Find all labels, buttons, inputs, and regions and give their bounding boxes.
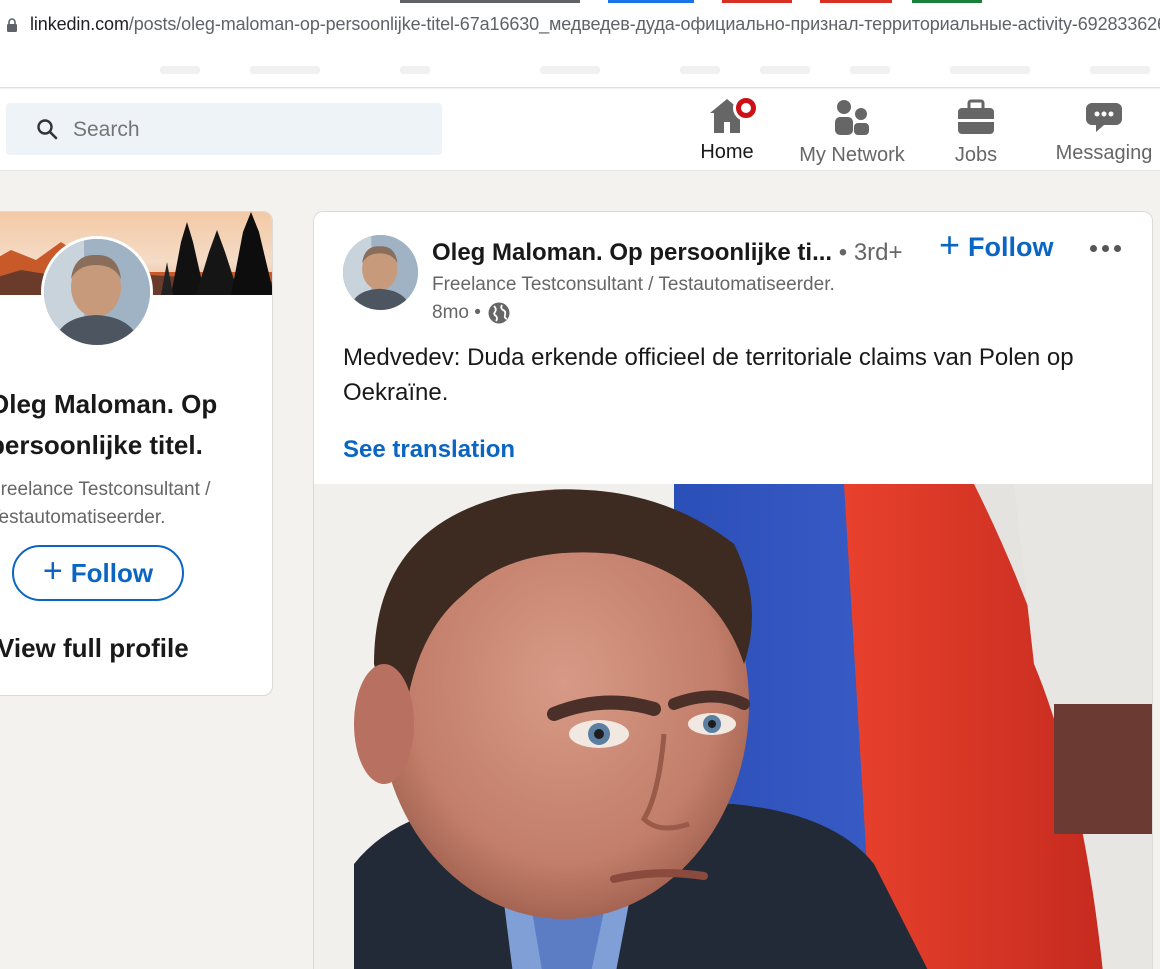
bookmarks-bar bbox=[0, 52, 1160, 88]
post-author-avatar[interactable] bbox=[343, 235, 418, 310]
profile-follow-button[interactable]: + Follow bbox=[12, 545, 184, 601]
author-photo bbox=[343, 235, 418, 310]
profile-headline: Freelance Testconsultant / Testautomatis… bbox=[0, 479, 211, 528]
nav-messaging[interactable]: Messaging bbox=[1048, 95, 1160, 165]
profile-name[interactable]: Oleg Maloman. Op persoonlijke titel. bbox=[0, 384, 269, 466]
post-image[interactable] bbox=[314, 484, 1153, 969]
view-full-profile-link[interactable]: View full profile bbox=[0, 633, 189, 664]
post-time-text: 8mo • bbox=[432, 302, 481, 323]
nav-jobs-label: Jobs bbox=[954, 144, 998, 166]
nav-home[interactable]: Home bbox=[690, 95, 764, 164]
chat-icon bbox=[1086, 103, 1122, 132]
search-icon bbox=[37, 119, 58, 140]
nav-my-network[interactable]: My Network bbox=[790, 95, 914, 167]
briefcase-icon bbox=[958, 99, 994, 134]
post-author-name[interactable]: Oleg Maloman. Op persoonlijke ti... • 3r… bbox=[432, 239, 903, 267]
lock-icon[interactable] bbox=[6, 18, 18, 32]
nav-messaging-label: Messaging bbox=[1055, 142, 1153, 164]
profile-photo bbox=[44, 239, 150, 345]
nav-jobs[interactable]: Jobs bbox=[946, 95, 1006, 167]
post-card: Oleg Maloman. Op persoonlijke ti... • 3r… bbox=[313, 211, 1153, 969]
post-author-headline: Freelance Testconsultant / Testautomatis… bbox=[432, 274, 835, 295]
search-bar[interactable] bbox=[6, 103, 442, 155]
notification-badge bbox=[733, 95, 759, 121]
url-text[interactable]: linkedin.com/posts/oleg-maloman-op-perso… bbox=[30, 14, 1160, 35]
connection-degree: • 3rd+ bbox=[838, 239, 903, 266]
people-icon bbox=[835, 100, 869, 135]
see-translation-link[interactable]: See translation bbox=[343, 436, 515, 464]
post-text: Medvedev: Duda erkende officieel de terr… bbox=[343, 344, 1074, 406]
plus-icon: + bbox=[42, 552, 63, 590]
plus-icon: + bbox=[939, 224, 961, 265]
search-input[interactable] bbox=[73, 118, 413, 142]
nav-my-network-label: My Network bbox=[799, 144, 905, 166]
more-options-icon[interactable] bbox=[1084, 232, 1126, 264]
profile-avatar[interactable] bbox=[41, 236, 153, 348]
post-follow-label: Follow bbox=[968, 232, 1054, 262]
linkedin-global-nav: Home My Network Jobs Messaging bbox=[0, 89, 1160, 171]
profile-card: Oleg Maloman. Op persoonlijke titel. Fre… bbox=[0, 211, 273, 696]
nav-home-label: Home bbox=[700, 141, 754, 163]
tab-strip-edge bbox=[0, 0, 1160, 3]
post-follow-button[interactable]: + Follow bbox=[939, 227, 1054, 263]
post-timestamp: 8mo • bbox=[432, 301, 511, 325]
browser-address-bar[interactable]: linkedin.com/posts/oleg-maloman-op-perso… bbox=[0, 0, 1160, 52]
url-path: /posts/oleg-maloman-op-persoonlijke-tite… bbox=[128, 14, 1160, 34]
post-author-name-text: Oleg Maloman. Op persoonlijke ti... bbox=[432, 239, 833, 266]
profile-follow-label: Follow bbox=[70, 557, 154, 588]
globe-icon bbox=[488, 302, 510, 324]
url-domain: linkedin.com bbox=[30, 14, 129, 34]
